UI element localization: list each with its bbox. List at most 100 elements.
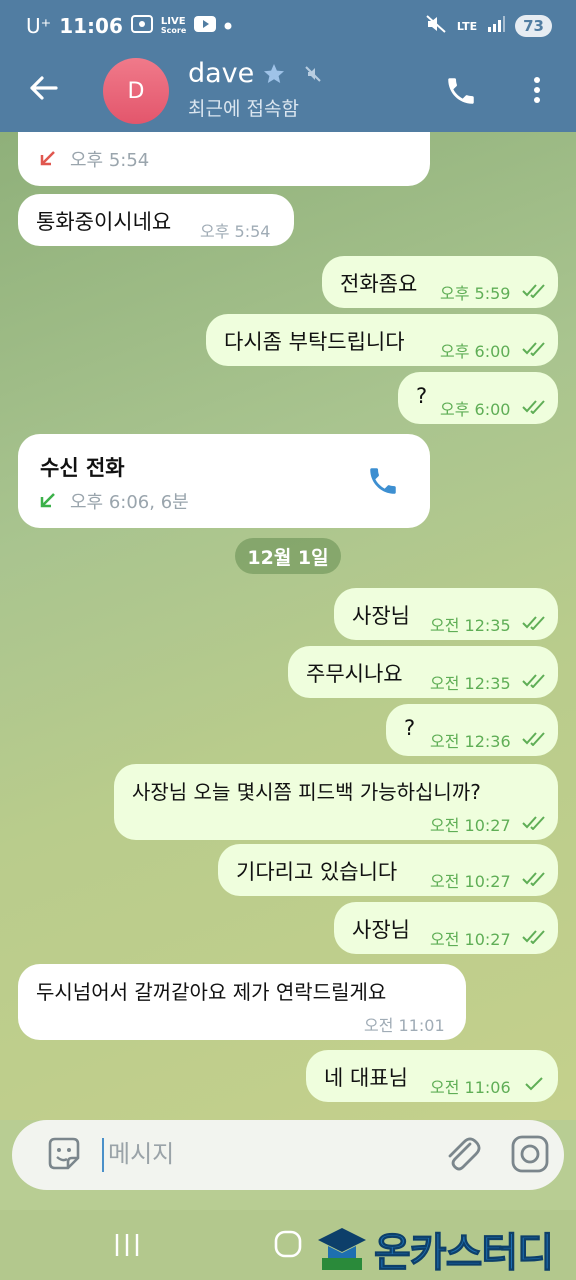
missed-call-arrow-icon (40, 151, 55, 166)
more-menu-button[interactable] (526, 72, 548, 108)
network-type: LTE (456, 19, 478, 33)
call-card-missed[interactable]: 오후 5:54 (18, 132, 430, 186)
message-text: 사장님 오늘 몇시쯤 피드백 가능하십니까? (132, 780, 481, 804)
message-time: 오전 12:35 (430, 674, 511, 693)
message-time: 오전 12:35 (430, 616, 511, 635)
message-outgoing[interactable]: 사장님 오전 10:27 (334, 902, 558, 954)
message-incoming[interactable]: 두시넘어서 갈꺼같아요 제가 연락드릴게요 오전 11:01 (18, 964, 466, 1040)
message-text: 사장님 (352, 918, 410, 942)
composer-bar (0, 1120, 576, 1210)
watermark-text: 온카스터디 (374, 1230, 555, 1277)
phone-icon (448, 78, 474, 104)
live-badge-sub: Score (160, 26, 187, 35)
graduation-cap-icon (318, 1228, 366, 1270)
message-text: 통화중이시네요 (36, 210, 172, 234)
muted-bell-icon (305, 65, 321, 82)
incoming-call-arrow-icon (40, 493, 55, 508)
contact-name-row[interactable]: dave (188, 58, 324, 89)
recent-apps-button[interactable] (113, 1232, 141, 1258)
message-time: 오전 11:01 (364, 1016, 445, 1035)
sticker-button[interactable] (44, 1134, 84, 1174)
message-text: 전화좀요 (340, 272, 418, 296)
back-button[interactable] (26, 70, 62, 106)
phone-icon[interactable] (366, 464, 400, 498)
read-checkmarks-icon (522, 732, 545, 746)
call-time: 오후 5:54 (70, 150, 150, 171)
chat-area[interactable]: 오후 5:54 통화중이시네요 오후 5:54 전화좀요 오후 5:59 다시좀… (0, 132, 576, 1120)
star-icon (264, 63, 285, 83)
message-outgoing[interactable]: 다시좀 부탁드립니다 오후 6:00 (206, 314, 558, 366)
message-text: 기다리고 있습니다 (236, 860, 398, 884)
camera-icon (511, 1135, 549, 1173)
live-badge-label: LIVE (160, 16, 186, 27)
call-title: 수신 전화 (40, 456, 125, 480)
message-outgoing[interactable]: 사장님 오늘 몇시쯤 피드백 가능하십니까? 오전 10:27 (114, 764, 558, 840)
message-time: 오전 10:27 (430, 872, 511, 891)
clock: 11:06 (59, 14, 123, 38)
contact-status: 최근에 접속함 (188, 98, 299, 120)
message-text: 사장님 (352, 604, 410, 628)
message-time: 오전 12:36 (430, 732, 511, 751)
message-text: 두시넘어서 갈꺼같아요 제가 연락드릴게요 (36, 980, 387, 1004)
text-cursor (102, 1138, 104, 1172)
message-text: ? (416, 384, 428, 408)
read-checkmarks-icon (522, 930, 545, 944)
read-checkmarks-icon (522, 674, 545, 688)
message-outgoing[interactable]: 전화좀요 오후 5:59 (322, 256, 558, 308)
read-checkmarks-icon (522, 284, 545, 298)
message-text: 다시좀 부탁드립니다 (224, 330, 405, 354)
message-outgoing[interactable]: 기다리고 있습니다 오전 10:27 (218, 844, 558, 896)
more-vertical-icon (534, 77, 540, 103)
read-checkmarks-icon (522, 872, 545, 886)
sent-checkmark-icon (525, 1077, 543, 1091)
message-outgoing[interactable]: ? 오후 6:00 (398, 372, 558, 424)
status-left: U⁺ 11:06 LIVE Score (26, 14, 232, 38)
message-outgoing[interactable]: ? 오전 12:36 (386, 704, 558, 756)
read-checkmarks-icon (522, 816, 545, 830)
composer (12, 1120, 564, 1190)
message-text: 네 대표님 (324, 1066, 408, 1090)
read-checkmarks-icon (522, 342, 545, 356)
home-button[interactable] (274, 1230, 302, 1258)
home-icon (274, 1230, 302, 1258)
message-time: 오전 10:27 (430, 930, 511, 949)
read-checkmarks-icon (522, 616, 545, 630)
attach-button[interactable] (442, 1132, 482, 1176)
message-time: 오후 5:54 (200, 222, 271, 241)
message-time: 오후 6:00 (440, 400, 511, 419)
chat-header: D dave 최근에 접속함 (0, 52, 576, 132)
recent-apps-icon (115, 1234, 139, 1256)
contact-name: dave (188, 58, 255, 89)
carrier-label: U⁺ (26, 14, 52, 38)
status-bar: U⁺ 11:06 LIVE Score LTE 73 (0, 0, 576, 52)
watermark-logo: 온카스터디 (316, 1220, 555, 1278)
date-separator: 12월 1일 (235, 538, 341, 574)
message-time: 오후 6:00 (440, 342, 511, 361)
camera-button[interactable] (510, 1134, 550, 1174)
status-right: LTE 73 (425, 14, 552, 38)
message-outgoing[interactable]: 주무시나요 오전 12:35 (288, 646, 558, 698)
message-outgoing[interactable]: 사장님 오전 12:35 (334, 588, 558, 640)
screen-recorder-icon (130, 15, 153, 37)
read-checkmarks-icon (522, 400, 545, 414)
youtube-icon (194, 16, 217, 36)
live-score-icon: LIVE Score (160, 16, 187, 36)
avatar[interactable]: D (103, 58, 169, 124)
arrow-left-icon (30, 76, 58, 100)
system-nav-bar: 온카스터디 (0, 1210, 576, 1280)
message-time: 오전 11:06 (430, 1078, 511, 1097)
message-outgoing[interactable]: 네 대표님 오전 11:06 (306, 1050, 558, 1102)
call-button[interactable] (444, 74, 478, 108)
message-time: 오전 10:27 (430, 816, 511, 835)
message-input[interactable] (108, 1134, 428, 1174)
message-text: 주무시나요 (306, 662, 403, 686)
call-card-incoming[interactable]: 수신 전화 오후 6:06, 6분 (18, 434, 430, 528)
paperclip-icon (448, 1137, 481, 1171)
notification-dot-icon (224, 18, 232, 34)
battery-indicator: 73 (515, 15, 552, 37)
message-incoming[interactable]: 통화중이시네요 오후 5:54 (18, 194, 294, 246)
sticker-icon (48, 1137, 80, 1170)
signal-icon (487, 16, 506, 36)
mute-icon (425, 14, 447, 38)
message-text: ? (404, 716, 416, 740)
